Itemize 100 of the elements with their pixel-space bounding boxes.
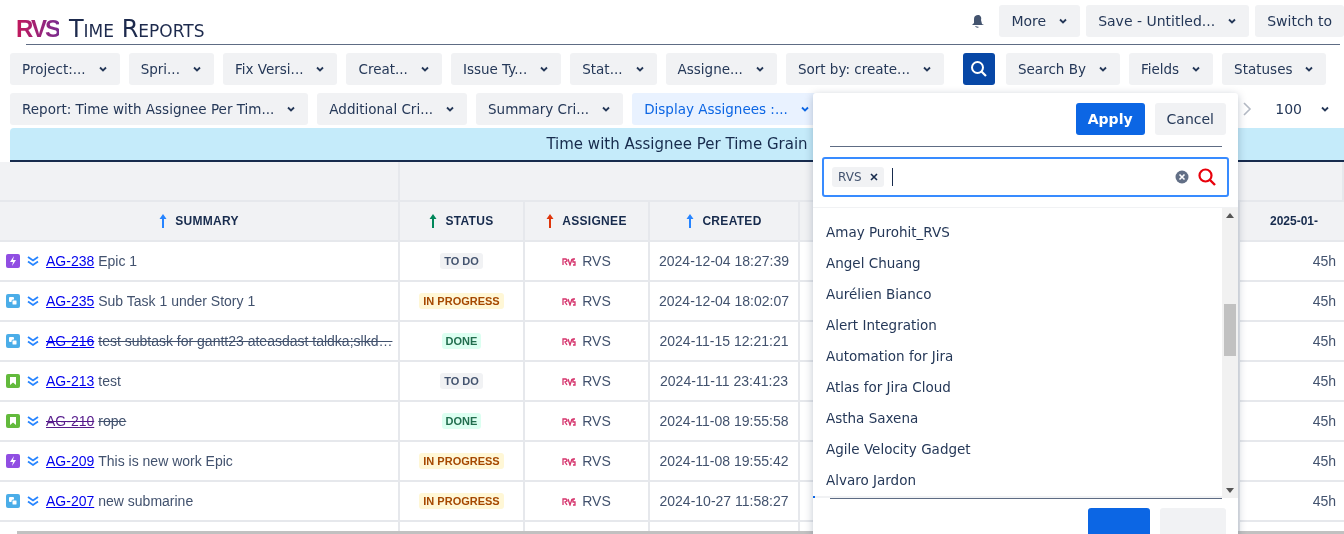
filter-dropdown[interactable]: Fix Versi... bbox=[222, 53, 338, 85]
caret-icon bbox=[191, 64, 202, 74]
remove-icon[interactable] bbox=[869, 173, 878, 181]
issue-type-icon bbox=[6, 294, 20, 308]
issue-type-icon bbox=[6, 254, 20, 268]
caret-icon bbox=[1320, 104, 1330, 114]
assignee-option[interactable]: Aurélien Bianco bbox=[813, 279, 1222, 310]
status-lozenge: TO DO bbox=[440, 253, 483, 269]
issue-type-icon bbox=[6, 374, 20, 388]
issue-link[interactable]: AG-238 bbox=[46, 253, 95, 269]
assignee-option[interactable]: Alvaro Jardon bbox=[813, 465, 1222, 496]
priority-icon bbox=[26, 335, 40, 347]
clear-icon[interactable] bbox=[1175, 170, 1189, 184]
priority-icon bbox=[26, 455, 40, 467]
priority-icon bbox=[26, 495, 40, 507]
status-lozenge: TO DO bbox=[440, 373, 483, 389]
created-date: 2024-12-04 18:27:39 bbox=[659, 253, 789, 269]
assignee-option[interactable]: Agile Velocity Gadget bbox=[813, 434, 1222, 465]
header-button[interactable]: More bbox=[999, 5, 1081, 37]
time-value: 45h bbox=[1312, 493, 1336, 509]
caret-icon bbox=[97, 64, 108, 74]
sort-arrow-icon[interactable] bbox=[546, 214, 555, 228]
header-button[interactable]: Switch to bbox=[1255, 5, 1344, 37]
search-icon bbox=[969, 59, 989, 79]
caret-icon bbox=[601, 104, 612, 114]
assignee-option[interactable]: Amay Purohit_RVS bbox=[813, 217, 1222, 248]
scroll-thumb[interactable] bbox=[1224, 304, 1236, 356]
caret-icon bbox=[1097, 64, 1108, 74]
column-header[interactable]: SUMMARY bbox=[175, 214, 239, 228]
assignee-option[interactable]: Angel Chuang bbox=[813, 248, 1222, 279]
issue-summary: Epic 1 bbox=[98, 253, 138, 269]
column-header[interactable]: STATUS bbox=[445, 214, 494, 228]
issue-type-icon bbox=[6, 334, 20, 348]
apply-button[interactable]: Apply bbox=[1075, 103, 1145, 135]
issue-link[interactable]: AG-213 bbox=[46, 373, 95, 389]
avatar-icon bbox=[562, 416, 577, 426]
created-date: 2024-11-15 12:21:21 bbox=[659, 333, 789, 349]
filter-dropdown[interactable]: Search By bbox=[1006, 53, 1120, 85]
column-header[interactable]: ASSIGNEE bbox=[562, 214, 627, 228]
filter-dropdown[interactable]: Issue Ty... bbox=[450, 53, 562, 85]
caret-icon bbox=[1304, 64, 1315, 74]
issue-type-icon bbox=[6, 494, 20, 508]
issue-link[interactable]: AG-207 bbox=[46, 493, 95, 509]
avatar-icon bbox=[562, 456, 577, 466]
assignee-name: RVS bbox=[582, 293, 611, 309]
assignee-option[interactable]: Alert Integration bbox=[813, 310, 1222, 341]
issue-link[interactable]: AG-235 bbox=[46, 293, 95, 309]
created-date: 2024-11-08 19:55:42 bbox=[659, 453, 789, 469]
filter-dropdown[interactable]: Report: Time with Assignee Per Tim... bbox=[10, 93, 309, 125]
filter-dropdown[interactable]: Spri... bbox=[128, 53, 214, 85]
status-lozenge: IN PROGRESS bbox=[419, 293, 504, 309]
issue-summary: Sub Task 1 under Story 1 bbox=[98, 293, 256, 309]
search-icon[interactable] bbox=[1197, 167, 1217, 187]
priority-icon bbox=[26, 415, 40, 427]
column-header[interactable]: CREATED bbox=[702, 214, 762, 228]
issue-type-icon bbox=[6, 414, 20, 428]
column-header[interactable]: 2025-01- bbox=[1270, 214, 1319, 228]
caret-icon bbox=[445, 104, 456, 114]
caret-icon bbox=[286, 104, 297, 114]
caret-icon bbox=[754, 64, 765, 74]
sort-arrow-icon[interactable] bbox=[429, 214, 438, 228]
filter-dropdown[interactable]: Sort by: create... bbox=[785, 53, 944, 85]
assignee-name: RVS bbox=[582, 253, 611, 269]
assignee-name: RVS bbox=[582, 453, 611, 469]
caret-icon bbox=[922, 64, 932, 74]
filter-dropdown[interactable]: Additional Cri... bbox=[317, 93, 468, 125]
filter-dropdown[interactable]: Statuses bbox=[1222, 53, 1327, 85]
scroll-down-icon[interactable] bbox=[1226, 488, 1234, 494]
filter-dropdown[interactable]: Assigne... bbox=[665, 53, 777, 85]
issue-link[interactable]: AG-210 bbox=[46, 413, 95, 429]
sort-arrow-icon[interactable] bbox=[686, 214, 695, 228]
assignee-option[interactable]: Astha Saxena bbox=[813, 403, 1222, 434]
issue-summary: rope bbox=[98, 413, 127, 429]
filter-dropdown[interactable]: Creat... bbox=[346, 53, 442, 85]
filter-dropdown[interactable]: Summary Cri... bbox=[476, 93, 624, 125]
caret-icon bbox=[315, 64, 326, 74]
cancel-button[interactable]: Cancel bbox=[1154, 103, 1226, 135]
caret-icon bbox=[634, 64, 645, 74]
assignee-option[interactable]: Automation for Jira bbox=[813, 341, 1222, 372]
assignee-option[interactable]: Atlas for Jira Cloud bbox=[813, 372, 1222, 403]
status-lozenge: DONE bbox=[441, 413, 482, 429]
issue-link[interactable]: AG-209 bbox=[46, 453, 95, 469]
header-button[interactable]: Save - Untitled... bbox=[1086, 5, 1250, 37]
assignee-name: RVS bbox=[582, 413, 611, 429]
assignee-search-field[interactable]: RVS bbox=[822, 157, 1229, 197]
filter-dropdown[interactable]: Stat... bbox=[570, 53, 657, 85]
page-size-dropdown[interactable]: 100 bbox=[1275, 101, 1330, 117]
sort-arrow-icon[interactable] bbox=[159, 214, 168, 228]
filter-dropdown[interactable]: Project:... bbox=[10, 53, 120, 85]
caret-icon bbox=[539, 64, 550, 74]
created-date: 2024-11-08 19:55:58 bbox=[659, 413, 789, 429]
search-button[interactable] bbox=[963, 53, 995, 85]
filter-dropdown[interactable]: Fields bbox=[1128, 53, 1214, 85]
issue-link[interactable]: AG-216 bbox=[46, 333, 95, 349]
time-value: 45h bbox=[1312, 333, 1336, 349]
avatar-icon bbox=[562, 496, 577, 506]
page-title: Time Reports bbox=[68, 14, 205, 44]
scroll-up-icon[interactable] bbox=[1226, 212, 1234, 218]
issue-summary: This is new work Epic bbox=[98, 453, 233, 469]
scrollbar[interactable] bbox=[1222, 208, 1238, 498]
